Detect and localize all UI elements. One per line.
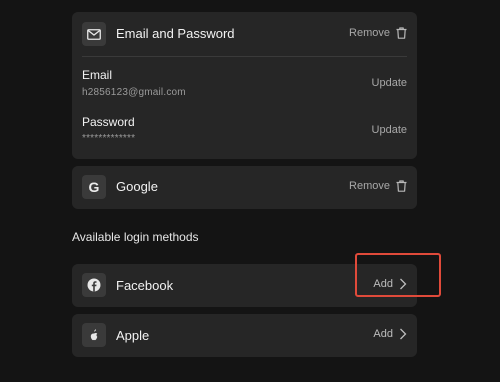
google-icon-box: G <box>82 175 106 199</box>
remove-google-label: Remove <box>349 180 390 192</box>
email-password-title: Email and Password <box>116 26 235 41</box>
trash-icon <box>396 27 407 39</box>
add-apple-label: Add <box>373 328 393 340</box>
google-icon: G <box>88 179 100 195</box>
remove-google-button[interactable]: Remove <box>349 180 407 192</box>
password-label: Password <box>82 115 135 129</box>
facebook-icon <box>87 278 101 292</box>
apple-icon-box <box>82 323 106 347</box>
chevron-right-icon <box>400 328 407 340</box>
remove-email-password-button[interactable]: Remove <box>349 27 407 39</box>
apple-card: Apple Add <box>72 314 417 357</box>
password-value: ************* <box>82 133 136 144</box>
apple-title: Apple <box>116 328 150 343</box>
email-value: h2856123@gmail.com <box>82 87 186 98</box>
email-password-card: Email and Password Remove Email h2856123… <box>72 12 417 159</box>
remove-label: Remove <box>349 27 390 39</box>
update-email-label: Update <box>371 77 407 89</box>
add-apple-button[interactable]: Add <box>373 328 407 340</box>
update-password-label: Update <box>371 124 407 136</box>
update-password-button[interactable]: Update <box>372 124 407 136</box>
divider <box>82 56 407 57</box>
email-label: Email <box>82 68 113 82</box>
apple-icon <box>90 329 98 341</box>
available-login-methods-heading: Available login methods <box>72 230 199 244</box>
google-card: G Google Remove <box>72 166 417 209</box>
highlight-box <box>355 253 441 297</box>
google-title: Google <box>116 179 158 194</box>
facebook-icon-box <box>82 273 106 297</box>
email-icon-box <box>82 22 106 46</box>
facebook-title: Facebook <box>116 278 174 293</box>
update-email-button[interactable]: Update <box>372 77 407 89</box>
mail-icon <box>87 28 101 40</box>
trash-icon <box>396 180 407 192</box>
